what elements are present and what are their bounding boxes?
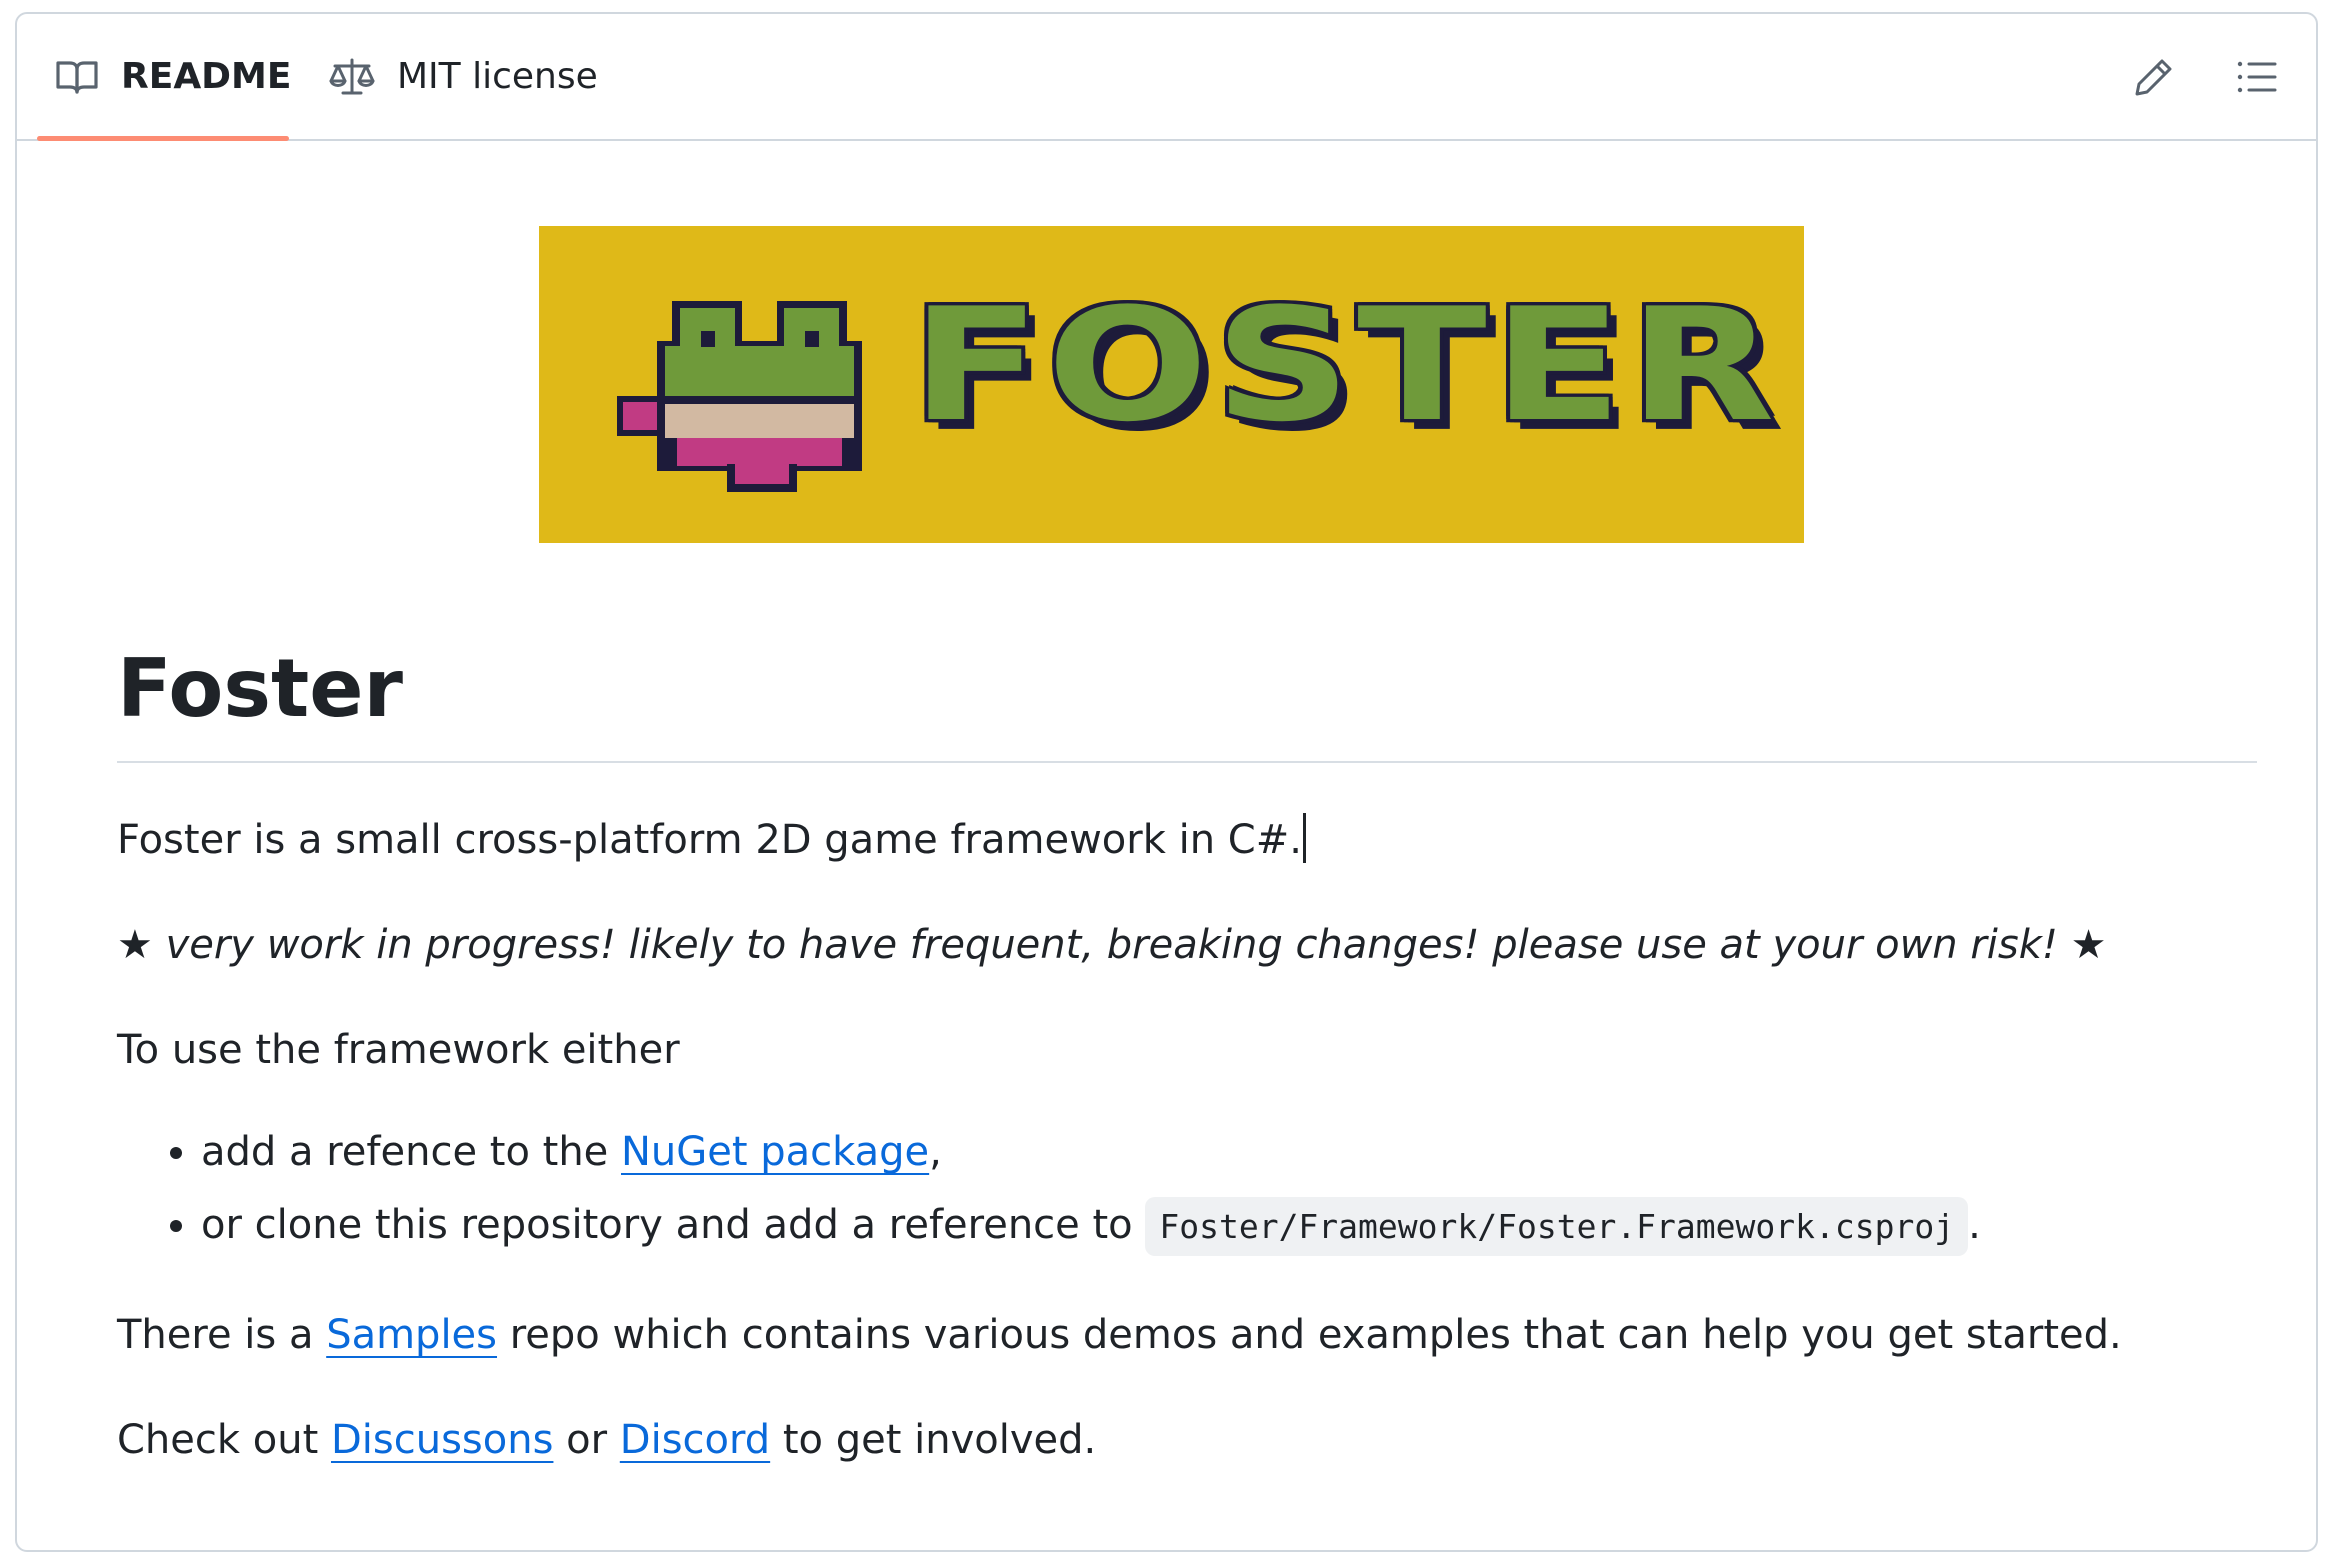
nuget-package-link[interactable]: NuGet package	[621, 1129, 929, 1175]
samples-link[interactable]: Samples	[326, 1312, 497, 1358]
community-text-after: to get involved.	[770, 1417, 1097, 1463]
tab-active-underline	[37, 136, 289, 141]
book-icon	[55, 59, 99, 95]
community-text-before: Check out	[117, 1417, 331, 1463]
usage-list: add a refence to the NuGet package, or c…	[117, 1124, 1981, 1272]
foster-banner-image: FOSTER	[539, 226, 1804, 543]
list-item: or clone this repository and add a refer…	[201, 1197, 1981, 1256]
csproj-path-code: Foster/Framework/Foster.Framework.csproj	[1145, 1197, 1969, 1256]
tab-readme[interactable]: README	[55, 14, 291, 139]
discussions-link[interactable]: Discussons	[331, 1417, 553, 1463]
list-item: add a refence to the NuGet package,	[201, 1124, 1981, 1180]
banner-wordmark: FOSTER	[911, 274, 1781, 456]
warning-paragraph: ★ very work in progress! likely to have …	[117, 922, 2107, 968]
list-item-text: add a refence to the	[201, 1129, 621, 1175]
tab-readme-label: README	[121, 56, 292, 97]
usage-intro-paragraph: To use the framework either	[117, 1027, 680, 1073]
intro-paragraph: Foster is a small cross-platform 2D game…	[117, 812, 1306, 868]
samples-paragraph: There is a Samples repo which contains v…	[117, 1307, 2122, 1363]
list-item-text: or clone this repository and add a refer…	[201, 1202, 1146, 1248]
frog-mascot-logo	[617, 301, 862, 492]
samples-text-before: There is a	[117, 1312, 327, 1358]
community-text-middle: or	[553, 1417, 620, 1463]
readme-tabbar: README MIT license	[17, 14, 2316, 141]
law-icon	[329, 57, 375, 97]
pencil-icon	[2134, 57, 2174, 101]
outline-button[interactable]	[2230, 52, 2284, 106]
title-divider	[117, 761, 2257, 763]
readme-title: Foster	[117, 642, 403, 735]
list-item-suffix: ,	[929, 1129, 942, 1175]
community-paragraph: Check out Discussons or Discord to get i…	[117, 1412, 1096, 1468]
tab-license[interactable]: MIT license	[329, 14, 598, 139]
readme-panel: README MIT license FOSTER Foster Foster …	[15, 12, 2318, 1552]
text-caret	[1302, 813, 1306, 863]
samples-text-after: repo which contains various demos and ex…	[497, 1312, 2122, 1358]
list-unordered-icon	[2236, 59, 2278, 99]
tab-license-label: MIT license	[397, 56, 598, 97]
discord-link[interactable]: Discord	[620, 1417, 770, 1463]
list-item-suffix: .	[1968, 1202, 1981, 1248]
intro-text: Foster is a small cross-platform 2D game…	[117, 817, 1302, 863]
edit-file-button[interactable]	[2127, 52, 2181, 106]
